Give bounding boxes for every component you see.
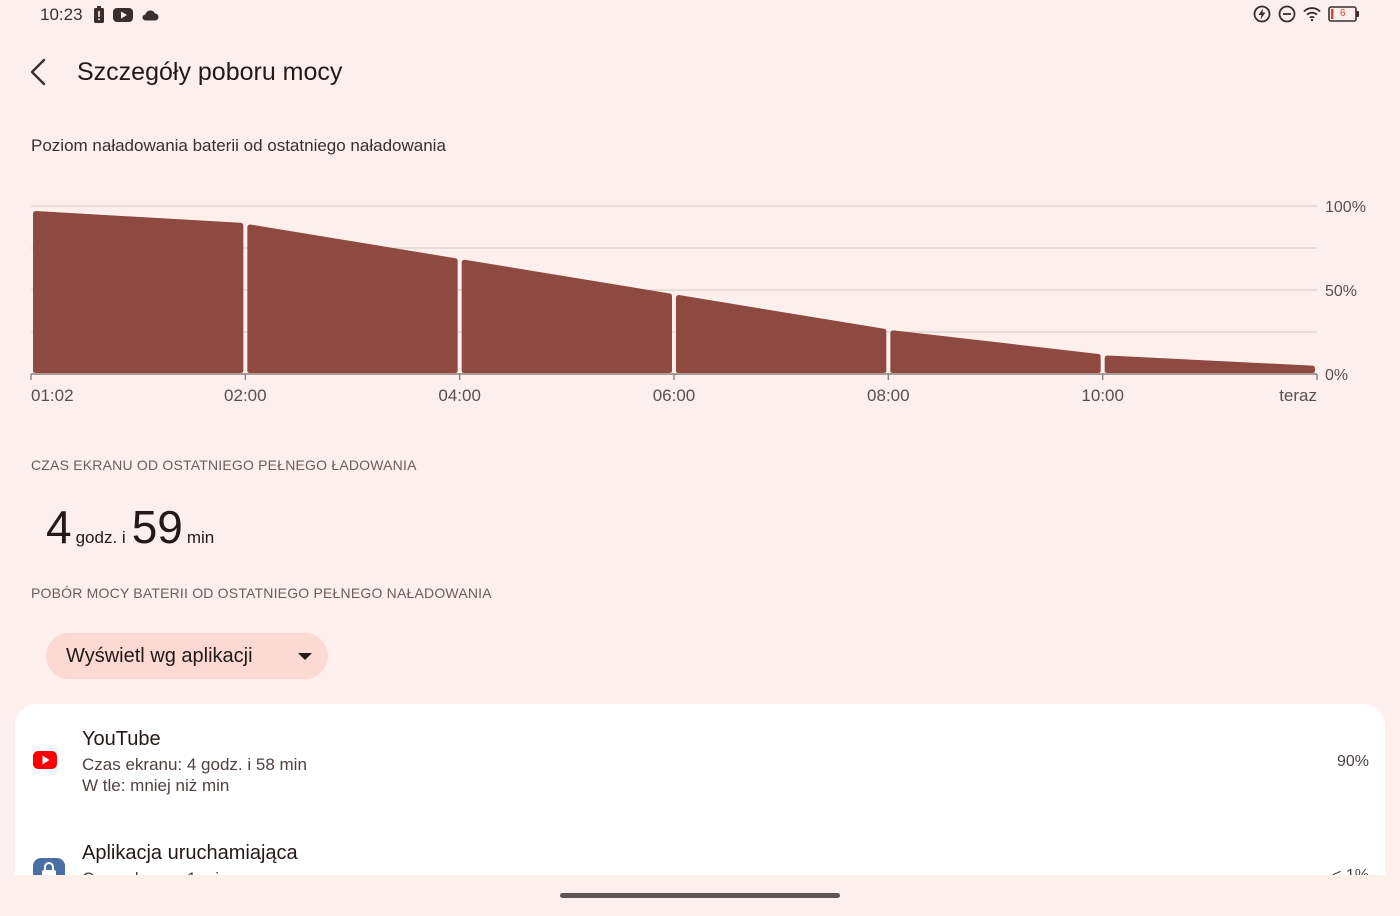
chart-segment: [247, 224, 458, 373]
chart-subtitle: Poziom naładowania baterii od ostatniego…: [31, 136, 446, 155]
screen-time-hours: 4: [46, 501, 72, 553]
page-title: Szczegóły poboru mocy: [77, 58, 343, 86]
status-time: 10:23: [40, 5, 83, 24]
chart-x-tick-label: 02:00: [224, 386, 267, 405]
screen-time-hours-unit: godz. i: [75, 528, 126, 547]
chart-x-tick-label: teraz: [1279, 386, 1317, 405]
youtube-icon: [33, 751, 57, 774]
app-name: Aplikacja uruchamiająca: [82, 842, 298, 864]
battery-level-chart: 01:02 02:00 04:00 06:00 08:00 10:00 teraz 100% 5…: [0, 190, 1400, 420]
status-icons-left: [93, 6, 159, 24]
chart-x-tick-label: 04:00: [438, 386, 481, 405]
chart-segment: [890, 330, 1101, 373]
chart-x-tick-label: 06:00: [653, 386, 696, 405]
chart-x-tick-label: 01:02: [31, 386, 74, 405]
app-name: YouTube: [82, 728, 161, 750]
back-button[interactable]: [20, 52, 56, 92]
screen-time-value: 4 godz. i 59 min: [46, 500, 220, 554]
do-not-disturb-icon: [1278, 5, 1296, 23]
charging-bolt-icon: [1253, 5, 1271, 23]
wifi-icon: [1303, 6, 1321, 22]
screen-time-minutes: 59: [131, 501, 183, 553]
status-icons-right: 6: [1253, 5, 1360, 23]
battery-level-text: 6: [1340, 8, 1346, 19]
view-by-dropdown[interactable]: Wyświetl wg aplikacji: [46, 633, 328, 679]
screen-time-minutes-unit: min: [186, 528, 215, 547]
app-background-time: W tle: mniej niż min: [82, 776, 230, 795]
chart-segment: [461, 259, 672, 373]
chart-y-tick-label: 0%: [1325, 367, 1348, 384]
app-row-youtube[interactable]: YouTube Czas ekranu: 4 godz. i 58 min W …: [15, 704, 1385, 816]
battery-saver-icon: [93, 6, 105, 24]
app-screen-time: Czas ekranu: 4 godz. i 58 min: [82, 755, 307, 774]
home-indicator[interactable]: [560, 893, 840, 898]
view-by-dropdown-label: Wyświetl wg aplikacji: [66, 644, 253, 667]
battery-usage-header: POBÓR MOCY BATERII OD OSTATNIEGO PEŁNEGO…: [31, 585, 492, 601]
chart-y-tick-label: 100%: [1325, 199, 1366, 216]
chart-segment: [33, 211, 244, 373]
youtube-notification-icon: [113, 7, 133, 23]
chart-segment: [676, 295, 887, 373]
caret-down-icon: [298, 653, 312, 660]
chart-x-tick-label: 08:00: [867, 386, 910, 405]
status-bar: 10:23 6: [0, 0, 1400, 32]
app-usage-percent: 90%: [1336, 753, 1369, 770]
chart-x-tick-label: 10:00: [1081, 386, 1124, 405]
app-usage-list: YouTube Czas ekranu: 4 godz. i 58 min W …: [15, 704, 1385, 884]
cloud-icon: [141, 8, 159, 22]
battery-icon: 6: [1328, 6, 1360, 22]
chart-segment: [1104, 355, 1315, 373]
chevron-left-icon: [30, 58, 46, 86]
chart-y-tick-label: 50%: [1325, 283, 1357, 300]
screen-time-header: CZAS EKRANU OD OSTATNIEGO PEŁNEGO ŁADOWA…: [31, 457, 417, 473]
